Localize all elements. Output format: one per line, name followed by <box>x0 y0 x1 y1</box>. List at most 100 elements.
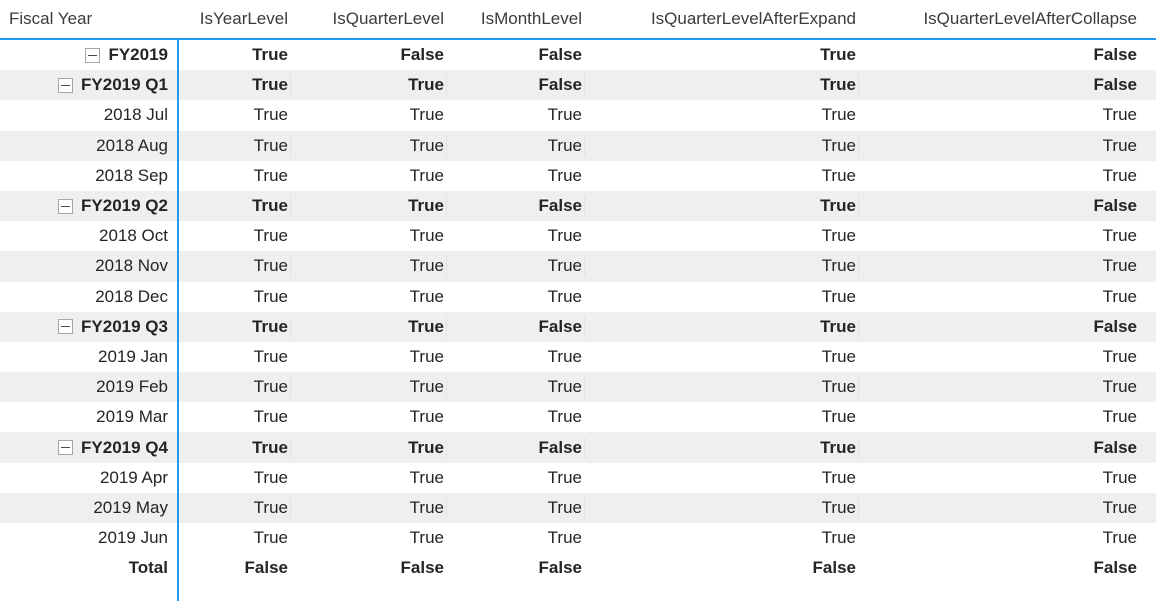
value-cell[interactable]: True <box>859 104 1140 126</box>
value-cell[interactable]: True <box>585 437 859 459</box>
value-cell[interactable]: True <box>859 346 1140 368</box>
table-row[interactable]: 2018 SepTrueTrueTrueTrueTrue <box>0 161 1156 191</box>
value-cell[interactable]: True <box>291 437 447 459</box>
value-cell[interactable]: True <box>585 527 859 549</box>
value-cell[interactable]: True <box>585 74 859 96</box>
row-header-cell[interactable]: 2018 Aug <box>0 135 177 157</box>
table-row[interactable]: 2019 JanTrueTrueTrueTrueTrue <box>0 342 1156 372</box>
value-cell[interactable]: True <box>585 44 859 66</box>
value-cell[interactable]: True <box>177 225 291 247</box>
value-cell[interactable]: True <box>291 316 447 338</box>
value-cell[interactable]: True <box>291 527 447 549</box>
table-row[interactable]: FY2019 Q4TrueTrueFalseTrueFalse <box>0 432 1156 462</box>
table-row[interactable]: 2018 OctTrueTrueTrueTrueTrue <box>0 221 1156 251</box>
row-header-cell[interactable]: 2019 Jun <box>0 527 177 549</box>
row-header-cell[interactable]: Total <box>0 557 177 579</box>
value-cell[interactable]: True <box>291 135 447 157</box>
row-header-cell[interactable]: 2018 Dec <box>0 286 177 308</box>
column-header-isquarterlevelafterexpand[interactable]: IsQuarterLevelAfterExpand <box>585 8 859 32</box>
value-cell[interactable]: True <box>177 135 291 157</box>
collapse-minus-icon[interactable] <box>58 440 73 455</box>
value-cell[interactable]: True <box>447 135 585 157</box>
value-cell[interactable]: False <box>447 316 585 338</box>
value-cell[interactable]: True <box>585 286 859 308</box>
value-cell[interactable]: True <box>447 255 585 277</box>
table-row[interactable]: FY2019 Q2TrueTrueFalseTrueFalse <box>0 191 1156 221</box>
value-cell[interactable]: True <box>447 286 585 308</box>
value-cell[interactable]: True <box>177 437 291 459</box>
value-cell[interactable]: True <box>447 497 585 519</box>
value-cell[interactable]: True <box>291 195 447 217</box>
value-cell[interactable]: False <box>291 44 447 66</box>
value-cell[interactable]: True <box>585 316 859 338</box>
value-cell[interactable]: True <box>859 225 1140 247</box>
table-row[interactable]: 2019 MarTrueTrueTrueTrueTrue <box>0 402 1156 432</box>
value-cell[interactable]: True <box>291 165 447 187</box>
value-cell[interactable]: False <box>859 195 1140 217</box>
table-row[interactable]: 2018 AugTrueTrueTrueTrueTrue <box>0 131 1156 161</box>
value-cell[interactable]: True <box>585 195 859 217</box>
value-cell[interactable]: True <box>447 165 585 187</box>
column-header-isquarterlevelaftercollapse[interactable]: IsQuarterLevelAfterCollapse <box>859 8 1140 32</box>
value-cell[interactable]: True <box>291 467 447 489</box>
value-cell[interactable]: False <box>859 44 1140 66</box>
value-cell[interactable]: True <box>177 497 291 519</box>
value-cell[interactable]: True <box>447 527 585 549</box>
row-header-cell[interactable]: FY2019 <box>0 44 177 66</box>
collapse-minus-icon[interactable] <box>85 48 100 63</box>
value-cell[interactable]: False <box>859 557 1140 579</box>
value-cell[interactable]: False <box>177 557 291 579</box>
value-cell[interactable]: True <box>177 316 291 338</box>
value-cell[interactable]: False <box>447 74 585 96</box>
value-cell[interactable]: True <box>177 74 291 96</box>
value-cell[interactable]: True <box>859 527 1140 549</box>
value-cell[interactable]: True <box>585 165 859 187</box>
column-header-ismonthlevel[interactable]: IsMonthLevel <box>447 8 585 32</box>
column-header-fiscal-year[interactable]: Fiscal Year <box>0 8 177 32</box>
value-cell[interactable]: True <box>291 406 447 428</box>
value-cell[interactable]: False <box>447 437 585 459</box>
value-cell[interactable]: True <box>177 346 291 368</box>
collapse-minus-icon[interactable] <box>58 319 73 334</box>
value-cell[interactable]: False <box>291 557 447 579</box>
value-cell[interactable]: True <box>291 255 447 277</box>
value-cell[interactable]: False <box>859 74 1140 96</box>
value-cell[interactable]: False <box>447 195 585 217</box>
value-cell[interactable]: True <box>177 406 291 428</box>
value-cell[interactable]: True <box>177 44 291 66</box>
table-row[interactable]: 2019 FebTrueTrueTrueTrueTrue <box>0 372 1156 402</box>
table-row[interactable]: FY2019 Q1TrueTrueFalseTrueFalse <box>0 70 1156 100</box>
value-cell[interactable]: False <box>859 437 1140 459</box>
value-cell[interactable]: True <box>447 346 585 368</box>
value-cell[interactable]: False <box>859 316 1140 338</box>
value-cell[interactable]: True <box>291 497 447 519</box>
value-cell[interactable]: True <box>859 286 1140 308</box>
table-row[interactable]: 2019 AprTrueTrueTrueTrueTrue <box>0 463 1156 493</box>
value-cell[interactable]: True <box>177 286 291 308</box>
row-header-cell[interactable]: 2018 Sep <box>0 165 177 187</box>
table-row[interactable]: FY2019TrueFalseFalseTrueFalse <box>0 40 1156 70</box>
row-header-cell[interactable]: 2018 Jul <box>0 104 177 126</box>
value-cell[interactable]: True <box>291 74 447 96</box>
row-header-cell[interactable]: 2018 Nov <box>0 255 177 277</box>
value-cell[interactable]: True <box>859 376 1140 398</box>
table-row[interactable]: 2018 JulTrueTrueTrueTrueTrue <box>0 100 1156 130</box>
collapse-minus-icon[interactable] <box>58 199 73 214</box>
value-cell[interactable]: True <box>177 255 291 277</box>
value-cell[interactable]: True <box>447 406 585 428</box>
value-cell[interactable]: True <box>177 165 291 187</box>
value-cell[interactable]: True <box>585 376 859 398</box>
value-cell[interactable]: True <box>585 225 859 247</box>
row-header-cell[interactable]: 2019 Jan <box>0 346 177 368</box>
value-cell[interactable]: False <box>447 557 585 579</box>
row-header-cell[interactable]: FY2019 Q2 <box>0 195 177 217</box>
value-cell[interactable]: True <box>859 255 1140 277</box>
value-cell[interactable]: True <box>177 527 291 549</box>
value-cell[interactable]: True <box>859 497 1140 519</box>
value-cell[interactable]: True <box>177 195 291 217</box>
row-header-cell[interactable]: 2019 May <box>0 497 177 519</box>
value-cell[interactable]: True <box>447 467 585 489</box>
value-cell[interactable]: True <box>447 225 585 247</box>
value-cell[interactable]: True <box>585 255 859 277</box>
value-cell[interactable]: True <box>859 165 1140 187</box>
